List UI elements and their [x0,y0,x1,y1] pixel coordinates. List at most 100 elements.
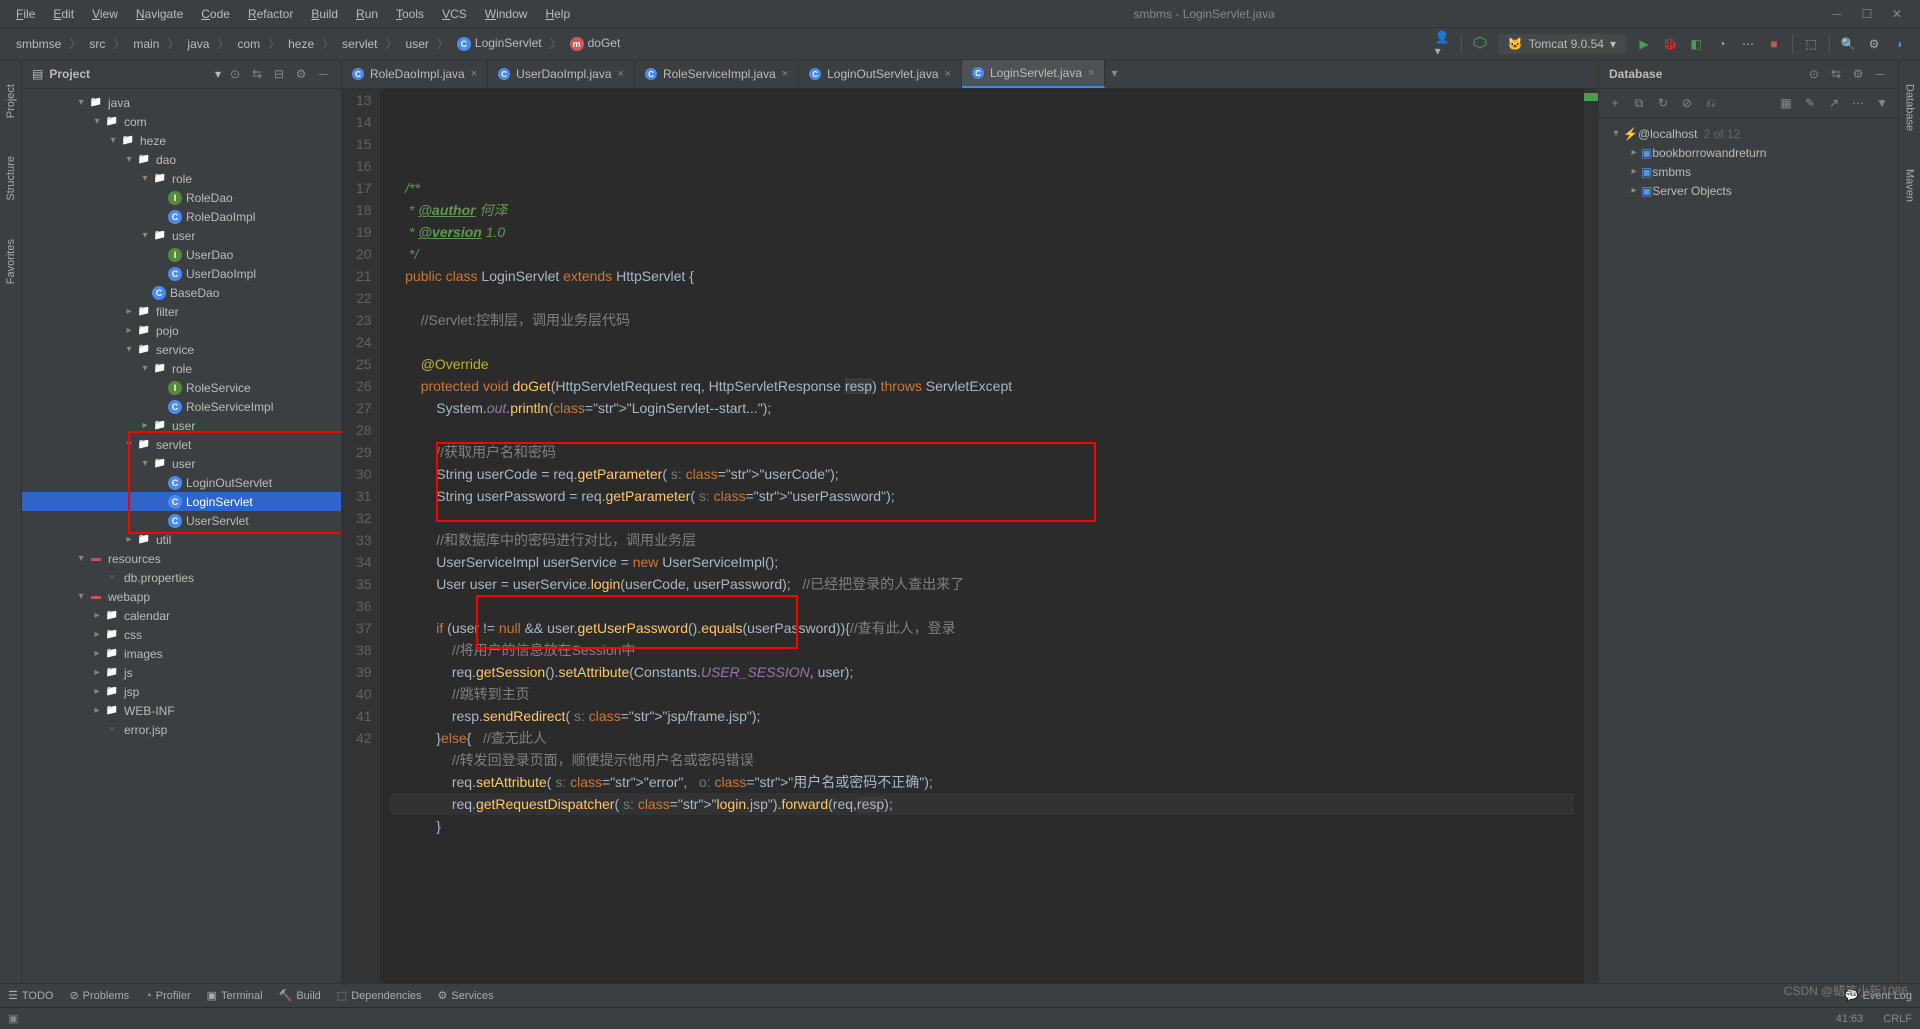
expand-icon[interactable]: ⇆ [249,66,265,82]
stop-icon[interactable]: ⊘ [1679,95,1695,111]
breadcrumb-item[interactable]: user [402,35,433,53]
tree-item-roleserviceimpl[interactable]: CRoleServiceImpl [22,397,341,416]
tree-item-roledaoimpl[interactable]: CRoleDaoImpl [22,207,341,226]
db-item-smbms[interactable]: ▸▣ smbms [1605,162,1892,181]
db-root[interactable]: ▾⚡ @localhost 2 of 12 [1605,124,1892,143]
locate-icon[interactable]: ⊙ [1806,66,1822,82]
breadcrumb-item[interactable]: smbmse [12,35,65,53]
tabs-dropdown-icon[interactable]: ▾ [1105,60,1123,88]
stop-icon[interactable]: ■ [1766,36,1782,52]
db-item-server objects[interactable]: ▸▣ Server Objects [1605,181,1892,200]
caret-position[interactable]: 41:63 [1836,1013,1864,1025]
sidebar-maven[interactable]: Maven [1902,165,1918,206]
git-icon[interactable]: ⬚ [1803,36,1819,52]
tab-roledaoimpl[interactable]: CRoleDaoImpl.java× [342,60,488,88]
tree-item-images[interactable]: ▸images [22,644,341,663]
tree-item-util[interactable]: ▸util [22,530,341,549]
tree-item-servlet[interactable]: ▾servlet [22,435,341,454]
close-tab-icon[interactable]: × [471,68,477,80]
menu-code[interactable]: Code [193,3,238,25]
profile-icon[interactable]: ◔ [1714,36,1730,52]
tree-item-js[interactable]: ▸js [22,663,341,682]
breadcrumb-item[interactable]: mdoGet [566,34,625,53]
tree-item-db-properties[interactable]: ▫db.properties [22,568,341,587]
sidebar-favorites[interactable]: Favorites [3,235,19,288]
menu-tools[interactable]: Tools [388,3,432,25]
more-icon[interactable]: ⋯ [1850,95,1866,111]
close-tab-icon[interactable]: × [782,68,788,80]
tree-item-resources[interactable]: ▾▬resources [22,549,341,568]
tool-todo[interactable]: ☰TODO [8,989,53,1002]
breadcrumb-item[interactable]: CLoginServlet [453,34,546,53]
database-tree[interactable]: ▾⚡ @localhost 2 of 12▸▣ bookborrowandret… [1599,118,1898,983]
tool-build[interactable]: 🔨Build [279,989,321,1002]
breadcrumb-item[interactable]: heze [284,35,318,53]
tree-item-userdaoimpl[interactable]: CUserDaoImpl [22,264,341,283]
tree-item-heze[interactable]: ▾heze [22,131,341,150]
event-log-button[interactable]: 💬Event Log [1845,989,1912,1002]
build-icon[interactable] [1472,36,1488,52]
editor-body[interactable]: 1314151617181920212223242526272829303132… [342,89,1598,983]
settings-icon[interactable]: ⚙ [1850,66,1866,82]
locate-icon[interactable]: ⊙ [227,66,243,82]
breadcrumb-item[interactable]: com [233,35,264,53]
close-tab-icon[interactable]: × [945,68,951,80]
tree-item-webapp[interactable]: ▾▬webapp [22,587,341,606]
sidebar-database[interactable]: Database [1902,80,1918,135]
tree-item-filter[interactable]: ▸filter [22,302,341,321]
duplicate-icon[interactable]: ⧉ [1631,95,1647,111]
jump-icon[interactable]: ↗ [1826,95,1842,111]
tree-item-userservlet[interactable]: CUserServlet [22,511,341,530]
close-tab-icon[interactable]: × [1088,67,1094,79]
tool-terminal[interactable]: ▣Terminal [207,989,263,1002]
menu-help[interactable]: Help [537,3,578,25]
tree-item-roleservice[interactable]: IRoleService [22,378,341,397]
breadcrumb-item[interactable]: main [129,35,163,53]
tree-item-jsp[interactable]: ▸jsp [22,682,341,701]
run-config-selector[interactable]: 🐱 Tomcat 9.0.54 ▾ [1498,34,1626,54]
attach-icon[interactable]: ⋯ [1740,36,1756,52]
expand-icon[interactable]: ⇆ [1828,66,1844,82]
tree-item-user[interactable]: ▸user [22,416,341,435]
run-icon[interactable]: ▶ [1636,36,1652,52]
tree-item-loginoutservlet[interactable]: CLoginOutServlet [22,473,341,492]
menu-view[interactable]: View [84,3,126,25]
tree-item-basedao[interactable]: CBaseDao [22,283,341,302]
tree-item-role[interactable]: ▾role [22,169,341,188]
tree-item-roledao[interactable]: IRoleDao [22,188,341,207]
hide-panels-icon[interactable]: ▣ [8,1012,18,1025]
menu-build[interactable]: Build [303,3,346,25]
tab-loginservlet[interactable]: CLoginServlet.java× [962,60,1106,88]
tool-services[interactable]: ⚙Services [438,989,494,1002]
menu-vcs[interactable]: VCS [434,3,475,25]
collapse-icon[interactable]: ⊟ [271,66,287,82]
search-icon[interactable]: 🔍 [1840,36,1856,52]
settings-icon[interactable]: ⚙ [293,66,309,82]
minimize-button[interactable]: ─ [1830,7,1844,21]
menu-refactor[interactable]: Refactor [240,3,301,25]
tree-item-service[interactable]: ▾service [22,340,341,359]
breadcrumb-item[interactable]: src [85,35,109,53]
maximize-button[interactable]: ☐ [1860,7,1874,21]
tree-item-css[interactable]: ▸css [22,625,341,644]
tree-item-user[interactable]: ▾user [22,454,341,473]
breadcrumb-item[interactable]: java [183,35,213,53]
settings-icon[interactable]: ⚙ [1866,36,1882,52]
tree-item-calendar[interactable]: ▸calendar [22,606,341,625]
add-config-icon[interactable]: 👤▾ [1435,36,1451,52]
tab-loginoutservlet[interactable]: CLoginOutServlet.java× [799,60,962,88]
console-icon[interactable]: ▦ [1778,95,1794,111]
tree-item-dao[interactable]: ▾dao [22,150,341,169]
coverage-icon[interactable]: ◧ [1688,36,1704,52]
tree-item-pojo[interactable]: ▸pojo [22,321,341,340]
tree-item-web-inf[interactable]: ▸WEB-INF [22,701,341,720]
menu-file[interactable]: File [8,3,43,25]
tree-item-userdao[interactable]: IUserDao [22,245,341,264]
tool-profiler[interactable]: ◔Profiler [145,990,191,1002]
tree-item-loginservlet[interactable]: CLoginServlet [22,492,341,511]
refresh-icon[interactable]: ↻ [1655,95,1671,111]
filter-icon[interactable]: ▼ [1874,95,1890,111]
tree-item-com[interactable]: ▾com [22,112,341,131]
debug-icon[interactable]: 🐞 [1662,36,1678,52]
menu-edit[interactable]: Edit [45,3,82,25]
